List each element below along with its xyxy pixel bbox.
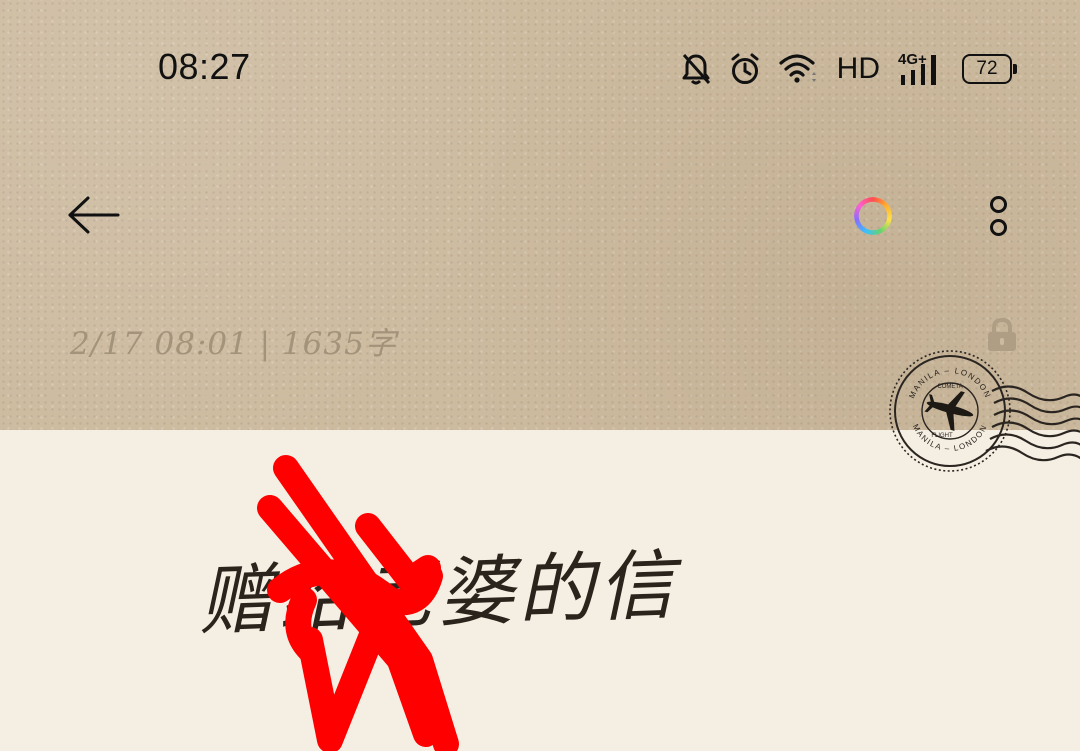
postmark-stamp: MANILA – LONDON MANILA – LONDON COMETA F…	[880, 345, 1080, 485]
more-dot-bottom	[990, 219, 1007, 236]
color-ring-icon	[854, 197, 892, 235]
signal-4g-icon: 4G+	[898, 51, 944, 87]
more-options-button[interactable]	[978, 188, 1018, 244]
note-screen: 08:27 HD 4G+ 72 2/17 08:01 | 1635字 MANIL…	[0, 0, 1080, 751]
arrow-left-icon	[68, 196, 120, 234]
svg-text:FLIGHT: FLIGHT	[931, 433, 953, 439]
note-title[interactable]: 赠给老婆的信	[196, 523, 680, 650]
bell-muted-icon	[681, 52, 711, 86]
theme-button[interactable]	[845, 188, 901, 244]
svg-text:COMETA: COMETA	[937, 384, 962, 390]
wifi-icon	[779, 53, 819, 85]
battery-icon: 72	[962, 54, 1017, 84]
status-time: 08:27	[158, 46, 251, 87]
note-meta: 2/17 08:01 | 1635字	[70, 326, 397, 362]
back-button[interactable]	[64, 190, 124, 240]
hd-label: HD	[836, 52, 880, 85]
alarm-icon	[729, 52, 761, 86]
status-icons: HD 4G+ 72	[681, 48, 1017, 90]
more-dot-top	[990, 196, 1007, 213]
